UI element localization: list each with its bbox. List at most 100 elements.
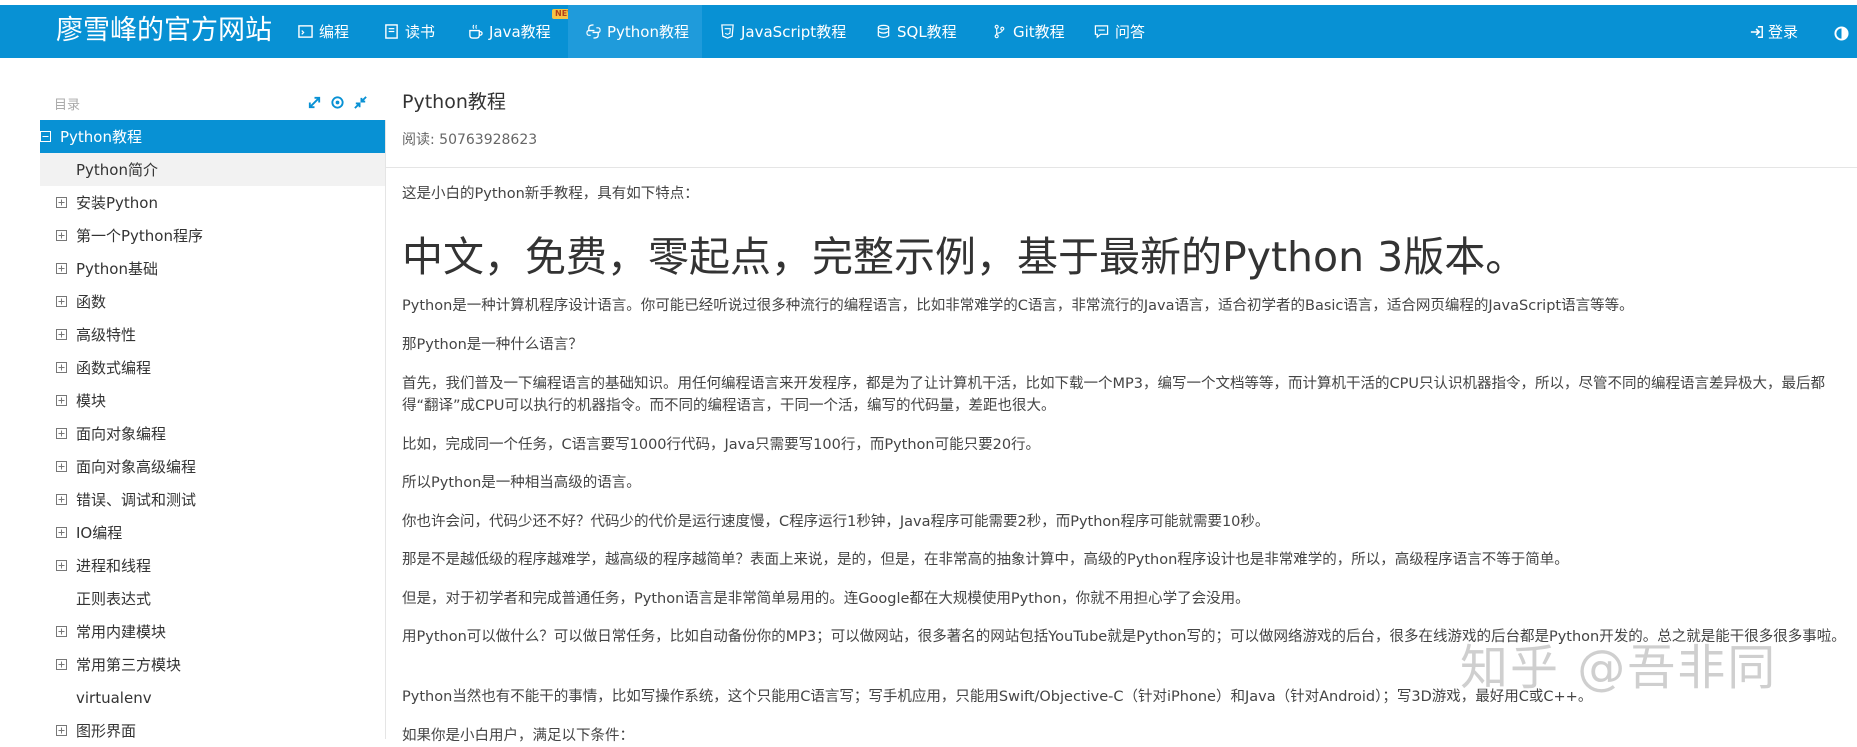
toc-item[interactable]: 正则表达式 — [40, 582, 385, 615]
nav-item-python[interactable]: Python教程 — [568, 5, 702, 58]
toc-item[interactable]: IO编程 — [40, 516, 385, 549]
nav-item-label: 编程 — [319, 23, 350, 41]
toc-item[interactable]: Python简介 — [40, 153, 385, 186]
expand-plus-icon[interactable] — [56, 230, 67, 241]
nav-item-label: Python教程 — [607, 23, 689, 41]
toc-item-label: 第一个Python程序 — [76, 227, 203, 245]
target-icon[interactable] — [330, 95, 345, 110]
toc-item[interactable]: 安装Python — [40, 186, 385, 219]
nav-item-git[interactable]: Git教程 — [992, 5, 1065, 58]
toc-item-label: 安装Python — [76, 194, 158, 212]
watermark: 知乎 @吾非同 — [1460, 640, 1778, 696]
toc-item[interactable]: 常用第三方模块 — [40, 648, 385, 681]
toc-item[interactable]: 错误、调试和测试 — [40, 483, 385, 516]
toc-item-label: 函数式编程 — [76, 359, 152, 377]
expand-plus-icon[interactable] — [56, 395, 67, 406]
expand-plus-icon[interactable] — [56, 461, 67, 472]
toc-item-label: 图形界面 — [76, 722, 137, 740]
collapse-minus-icon[interactable] — [40, 131, 51, 142]
comment-icon — [1094, 25, 1109, 39]
toc-item-label: 模块 — [76, 392, 107, 410]
toc-item[interactable]: 面向对象编程 — [40, 417, 385, 450]
database-icon — [877, 24, 890, 38]
title-divider — [386, 167, 1857, 168]
expand-plus-icon[interactable] — [56, 560, 67, 571]
expand-plus-icon[interactable] — [56, 428, 67, 439]
site-brand[interactable]: 廖雪峰的官方网站 — [56, 15, 272, 47]
toc-item-label: Python教程 — [60, 128, 142, 146]
toc-item[interactable]: 进程和线程 — [40, 549, 385, 582]
coffee-cup-icon — [469, 24, 483, 39]
toc-item-label: 面向对象编程 — [76, 425, 167, 443]
toc-item-label: virtualenv — [76, 688, 152, 707]
toc-item[interactable]: 函数 — [40, 285, 385, 318]
toc-item[interactable]: Python基础 — [40, 252, 385, 285]
toc-item[interactable]: 高级特性 — [40, 318, 385, 351]
theme-toggle-icon[interactable] — [1834, 26, 1849, 41]
expand-plus-icon[interactable] — [56, 725, 67, 736]
toc-item[interactable]: virtualenv — [40, 681, 385, 714]
toc-item-label: 常用内建模块 — [76, 623, 167, 641]
headline: 中文，免费，零起点，完整示例，基于最新的Python 3版本。 — [402, 233, 1527, 281]
python-icon — [586, 24, 601, 39]
paragraph: 比如，完成同一个任务，C语言要写1000行代码，Java只需要写100行，而Py… — [402, 437, 1041, 453]
paragraph: 如果你是小白用户，满足以下条件： — [402, 728, 634, 744]
intro-paragraph: 这是小白的Python新手教程，具有如下特点： — [402, 186, 699, 202]
toc-item-label: 进程和线程 — [76, 557, 152, 575]
expand-plus-icon[interactable] — [56, 362, 67, 373]
paragraph: 首先，我们普及一下编程语言的基础知识。用任何编程语言来开发程序，都是为了让计算机… — [402, 376, 1825, 414]
nav-item-label: JavaScript教程 — [741, 23, 847, 41]
toc-item[interactable]: 第一个Python程序 — [40, 219, 385, 252]
page-title: Python教程 — [402, 91, 506, 113]
expand-plus-icon[interactable] — [56, 494, 67, 505]
expand-icon[interactable] — [307, 95, 322, 110]
paragraph: 那Python是一种什么语言？ — [402, 337, 583, 353]
toc-item-label: 错误、调试和测试 — [76, 491, 197, 509]
toc-item[interactable]: 面向对象高级编程 — [40, 450, 385, 483]
nav-item-label: Java教程 — [489, 23, 551, 41]
nav-item-label: Git教程 — [1013, 23, 1065, 41]
toc-item-label: 函数 — [76, 293, 107, 311]
paragraph: 所以Python是一种相当高级的语言。 — [402, 475, 641, 491]
html5-icon — [721, 24, 734, 39]
nav-item-java[interactable]: Java教程 NEW — [468, 5, 579, 58]
sidebar-divider — [385, 120, 386, 739]
git-branch-icon — [994, 24, 1005, 39]
top-navbar: 廖雪峰的官方网站 编程 读书 Java教程 NEW Python教程 JavaS… — [0, 5, 1857, 58]
expand-plus-icon[interactable] — [56, 626, 67, 637]
toc-item[interactable]: Python教程 — [40, 120, 385, 153]
nav-item-qa[interactable]: 问答 — [1094, 5, 1145, 58]
nav-item-label: 读书 — [405, 23, 436, 41]
toc-item-label: 正则表达式 — [76, 590, 152, 608]
toc-item-label: IO编程 — [76, 524, 123, 542]
expand-plus-icon[interactable] — [56, 659, 67, 670]
paragraph: 但是，对于初学者和完成普通任务，Python语言是非常简单易用的。连Google… — [402, 591, 1250, 607]
paragraph: Python是一种计算机程序设计语言。你可能已经听说过很多种流行的编程语言，比如… — [402, 298, 1634, 314]
toc-item[interactable]: 常用内建模块 — [40, 615, 385, 648]
toc-item-label: 面向对象高级编程 — [76, 458, 197, 476]
expand-plus-icon[interactable] — [56, 296, 67, 307]
toc-item-label: 高级特性 — [76, 326, 137, 344]
nav-item-reading[interactable]: 读书 — [384, 5, 435, 58]
nav-item-programming[interactable]: 编程 — [298, 5, 349, 58]
toc-item-label: Python基础 — [76, 260, 158, 278]
toc-item-label: 常用第三方模块 — [76, 656, 182, 674]
toc-title: 目录 — [54, 98, 81, 113]
toc-item[interactable]: 图形界面 — [40, 714, 385, 747]
expand-plus-icon[interactable] — [56, 329, 67, 340]
toc-item-label: Python简介 — [76, 161, 158, 179]
code-icon — [298, 25, 313, 38]
paragraph: 那是不是越低级的程序越难学，越高级的程序越简单？表面上来说，是的，但是，在非常高… — [402, 552, 1569, 568]
login-button[interactable]: 登录 — [1750, 5, 1798, 58]
nav-item-javascript[interactable]: JavaScript教程 — [720, 5, 846, 58]
collapse-icon[interactable] — [353, 95, 368, 110]
nav-item-sql[interactable]: SQL教程 — [876, 5, 957, 58]
nav-item-label: 问答 — [1115, 23, 1146, 41]
expand-plus-icon[interactable] — [56, 527, 67, 538]
expand-plus-icon[interactable] — [56, 197, 67, 208]
expand-plus-icon[interactable] — [56, 263, 67, 274]
toc-item[interactable]: 函数式编程 — [40, 351, 385, 384]
toc-item[interactable]: 模块 — [40, 384, 385, 417]
nav-item-label: SQL教程 — [897, 23, 957, 41]
login-label: 登录 — [1768, 23, 1799, 41]
